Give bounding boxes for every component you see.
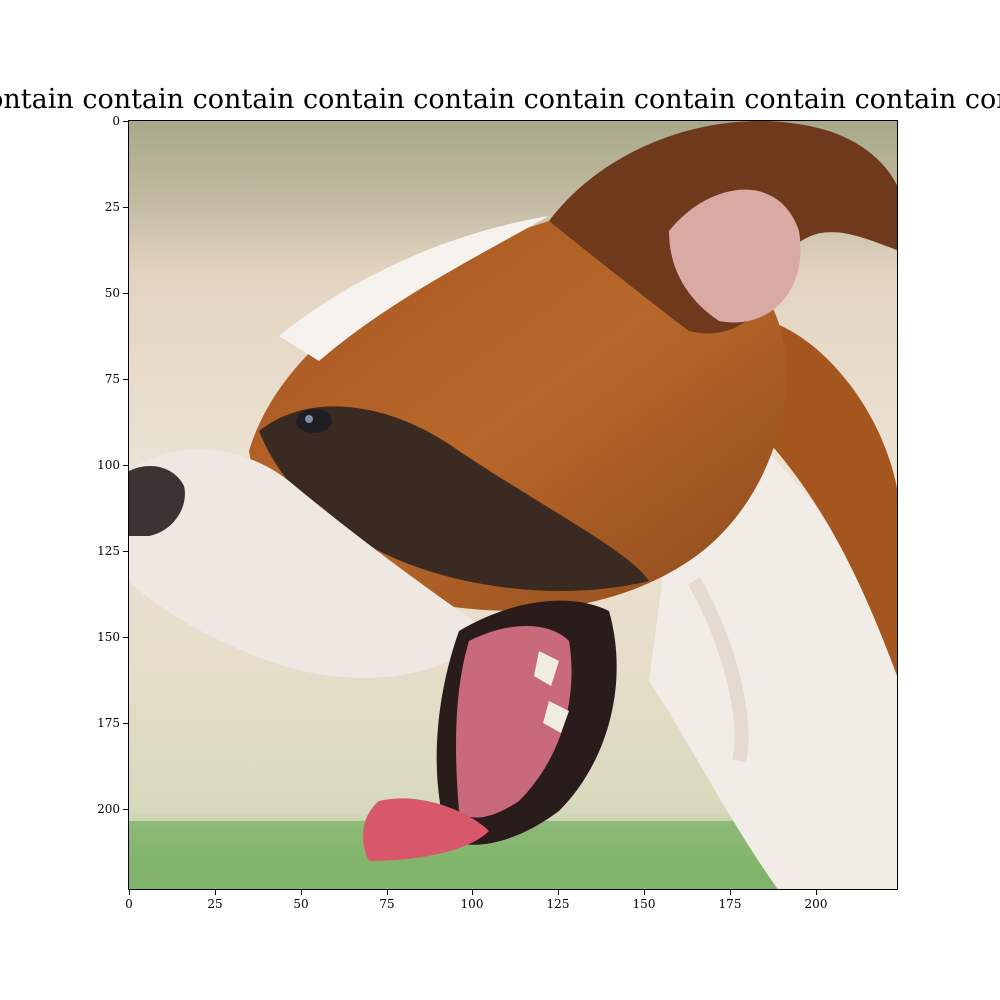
y-tick-150: 150 bbox=[70, 630, 128, 644]
x-tick-25: 25 bbox=[195, 890, 235, 911]
y-tick-0: 0 bbox=[70, 114, 128, 128]
x-tick-50: 50 bbox=[281, 890, 321, 911]
x-tick-0: 0 bbox=[109, 890, 149, 911]
y-tick-125: 125 bbox=[70, 544, 128, 558]
y-tick-75: 75 bbox=[70, 372, 128, 386]
y-tick-25: 25 bbox=[70, 200, 128, 214]
x-tick-100: 100 bbox=[452, 890, 492, 911]
dog-eye-highlight bbox=[305, 415, 313, 423]
x-tick-175: 175 bbox=[710, 890, 750, 911]
dog-illustration bbox=[129, 121, 897, 889]
y-tick-200: 200 bbox=[70, 802, 128, 816]
x-tick-125: 125 bbox=[538, 890, 578, 911]
x-tick-75: 75 bbox=[367, 890, 407, 911]
y-tick-100: 100 bbox=[70, 458, 128, 472]
x-tick-200: 200 bbox=[796, 890, 836, 911]
dog-eye bbox=[296, 409, 332, 433]
figure-title-text: contain contain contain contain contain … bbox=[0, 84, 1000, 115]
image-panel bbox=[128, 120, 898, 890]
y-tick-50: 50 bbox=[70, 286, 128, 300]
x-tick-150: 150 bbox=[624, 890, 664, 911]
y-tick-175: 175 bbox=[70, 716, 128, 730]
figure-title: contain contain contain contain contain … bbox=[0, 80, 1000, 120]
